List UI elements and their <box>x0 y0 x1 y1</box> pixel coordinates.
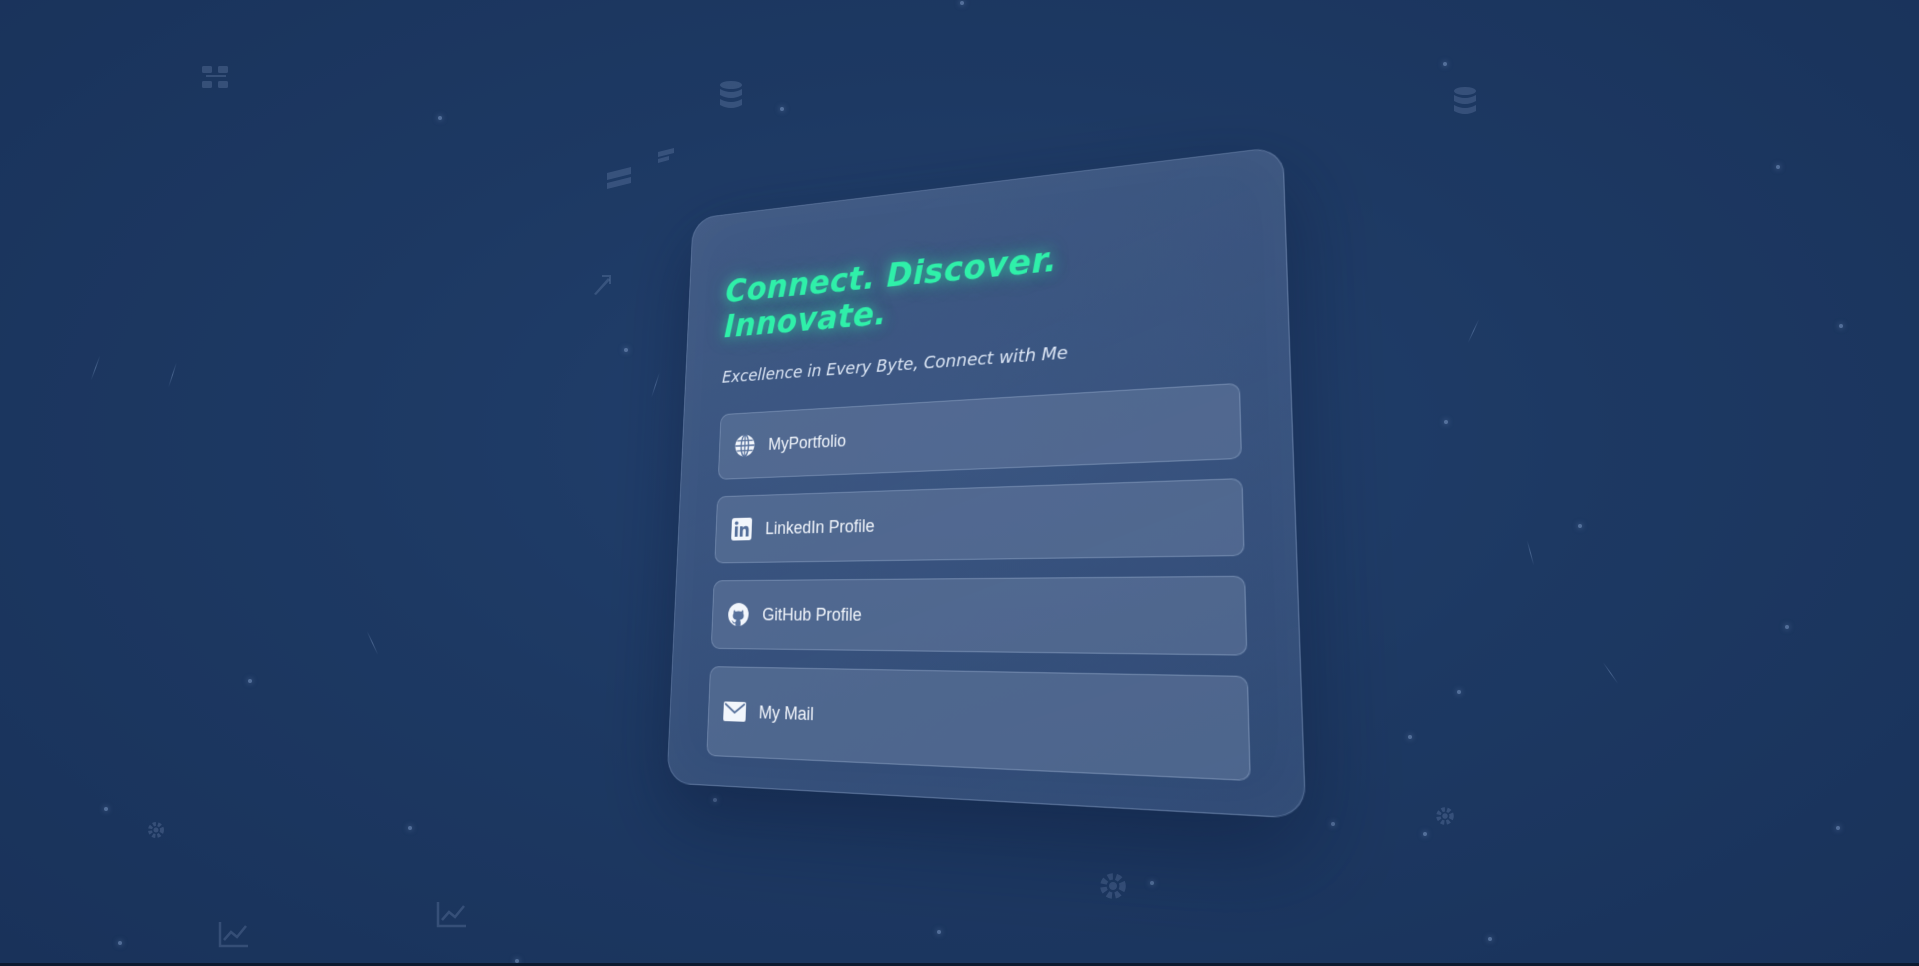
stage: Connect. Discover. Innovate. Excellence … <box>0 0 1919 966</box>
portfolio-link-label: MyPortfolio <box>767 430 847 454</box>
card-title: Connect. Discover. Innovate. <box>723 240 1058 346</box>
mail-link[interactable]: My Mail <box>706 666 1251 782</box>
connect-card: Connect. Discover. Innovate. Excellence … <box>666 145 1307 820</box>
mail-link-label: My Mail <box>758 701 815 724</box>
linkedin-link-label: LinkedIn Profile <box>765 515 875 538</box>
portfolio-link[interactable]: MyPortfolio <box>717 382 1242 480</box>
globe-icon <box>733 432 757 459</box>
github-link-label: GitHub Profile <box>761 604 862 625</box>
linkedin-link[interactable]: LinkedIn Profile <box>714 478 1245 564</box>
github-link[interactable]: GitHub Profile <box>710 575 1248 656</box>
mail-icon <box>722 698 747 726</box>
github-icon <box>726 601 751 628</box>
linkedin-icon <box>729 516 754 543</box>
